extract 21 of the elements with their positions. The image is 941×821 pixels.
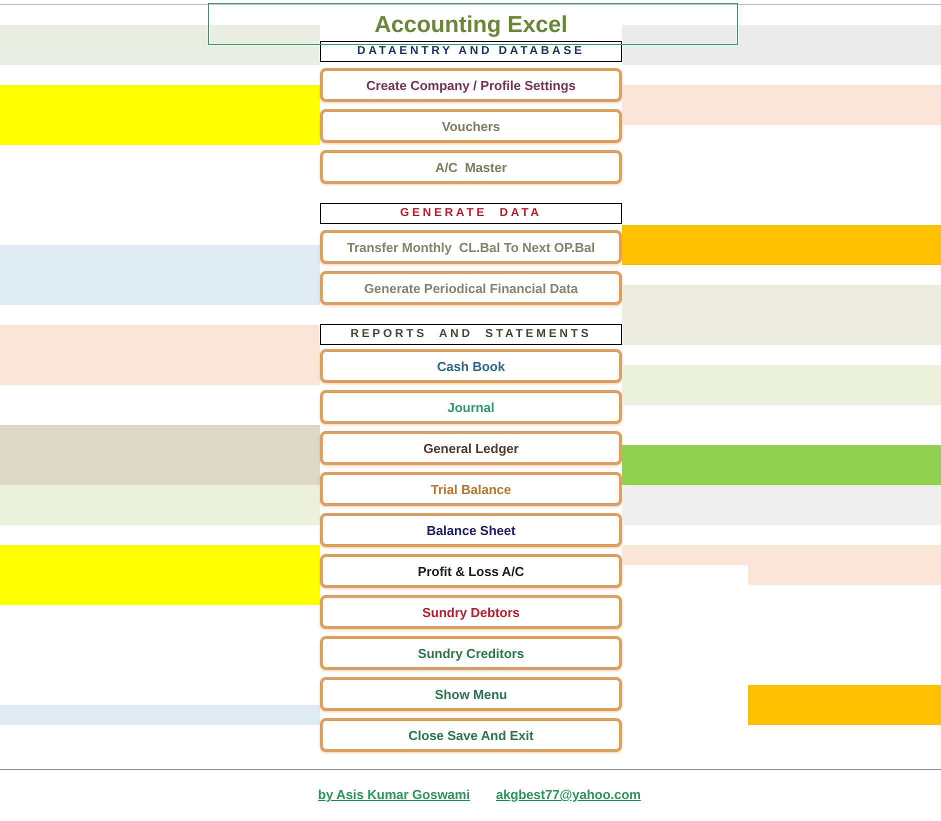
section-heading: DATAENTRY AND DATABASE (320, 41, 622, 62)
section-heading: GENERATE DATA (320, 203, 622, 224)
menu-button[interactable]: Balance Sheet (320, 513, 622, 547)
author-link[interactable]: by Asis Kumar Goswami (318, 787, 470, 802)
menu-button[interactable]: Trial Balance (320, 472, 622, 506)
menu-button[interactable]: General Ledger (320, 431, 622, 465)
menu-button[interactable]: Close Save And Exit (320, 718, 622, 752)
menu-button[interactable]: Transfer Monthly CL.Bal To Next OP.Bal (320, 230, 622, 264)
menu-button[interactable]: Cash Book (320, 349, 622, 383)
menu-button[interactable]: Create Company / Profile Settings (320, 68, 622, 102)
section-heading: REPORTS AND STATEMENTS (320, 324, 622, 345)
app-title: Accounting Excel (374, 10, 568, 39)
menu-button[interactable]: Generate Periodical Financial Data (320, 271, 622, 305)
menu-button[interactable]: Profit & Loss A/C (320, 554, 622, 588)
email-link[interactable]: akgbest77@yahoo.com (496, 787, 641, 802)
menu-button[interactable]: Vouchers (320, 109, 622, 143)
menu-button[interactable]: Sundry Debtors (320, 595, 622, 629)
menu-button[interactable]: A/C Master (320, 150, 622, 184)
menu-button[interactable]: Sundry Creditors (320, 636, 622, 670)
menu-button[interactable]: Journal (320, 390, 622, 424)
menu-button[interactable]: Show Menu (320, 677, 622, 711)
